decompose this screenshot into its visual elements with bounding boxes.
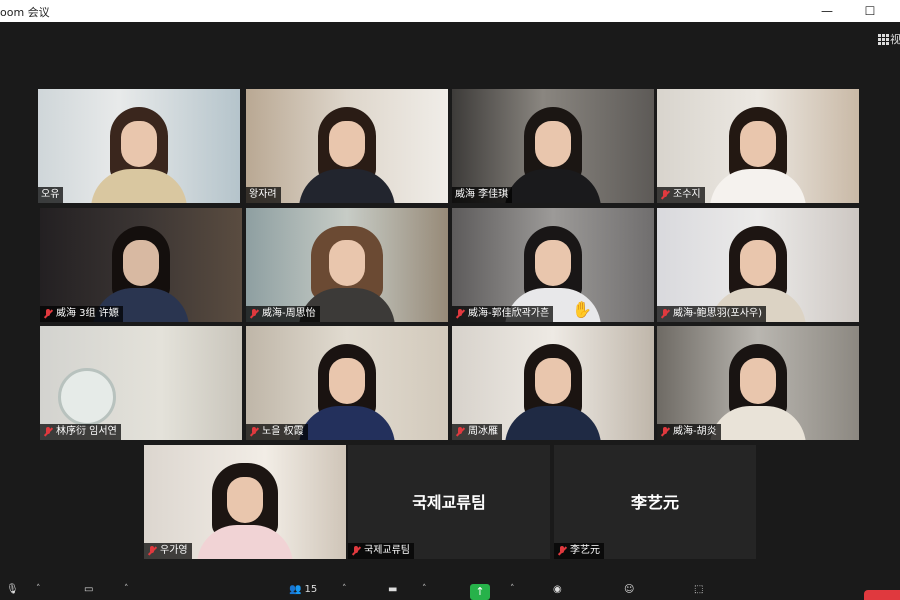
video-tile[interactable]: 우가영 bbox=[144, 445, 346, 559]
video-tile[interactable]: 오유 bbox=[38, 89, 240, 203]
mic-off-icon bbox=[147, 546, 157, 556]
mic-off-icon bbox=[249, 309, 259, 319]
view-button[interactable]: 视 bbox=[878, 31, 900, 47]
video-tile[interactable]: 林序衍 임서연 bbox=[40, 326, 242, 440]
video-tile[interactable]: 노을 权霞 bbox=[246, 326, 448, 440]
participant-name: 왕자려 bbox=[249, 189, 277, 200]
participant-name: 林序衍 임서연 bbox=[56, 426, 117, 437]
participant-name-tag: 林序衍 임서연 bbox=[40, 424, 121, 440]
participant-name: 威海-周思怡 bbox=[262, 308, 316, 319]
mic-off-icon bbox=[660, 309, 670, 319]
end-meeting-button[interactable] bbox=[864, 590, 900, 600]
microphone-icon: 🎙 bbox=[6, 583, 19, 595]
video-tile[interactable]: ✋ 威海-郭佳欣곽가흔 bbox=[452, 208, 654, 322]
video-off-tile[interactable]: 李艺元 李艺元 bbox=[554, 445, 756, 559]
participant-name: 威海-郭佳欣곽가흔 bbox=[468, 308, 550, 319]
participant-name-tag: 왕자려 bbox=[246, 187, 281, 203]
participant-name: 威海 李佳琪 bbox=[455, 189, 509, 200]
video-tile[interactable]: 威海-周思怡 bbox=[246, 208, 448, 322]
participant-name: 威海-胡炎 bbox=[673, 426, 717, 437]
participant-name: 조수지 bbox=[673, 189, 701, 200]
minimize-button[interactable]: — bbox=[818, 2, 836, 20]
participant-name-tag: 노을 权霞 bbox=[246, 424, 308, 440]
participant-name: 우가영 bbox=[160, 545, 188, 556]
audio-options-caret[interactable]: ˄ bbox=[36, 580, 41, 598]
video-tile[interactable]: 조수지 bbox=[657, 89, 859, 203]
chat-button[interactable]: ▬ bbox=[388, 580, 397, 598]
chat-icon: ▬ bbox=[388, 583, 398, 595]
mic-off-icon bbox=[660, 427, 670, 437]
video-tile[interactable]: 威海-胡炎 bbox=[657, 326, 859, 440]
camera-icon: ▭ bbox=[84, 583, 94, 595]
share-screen-button[interactable]: ↑ bbox=[470, 584, 490, 600]
participant-name: 威海-鲍思羽(포사우) bbox=[673, 308, 763, 319]
maximize-button[interactable]: ☐ bbox=[861, 2, 879, 20]
record-button[interactable]: ◉ bbox=[553, 580, 562, 598]
video-tile[interactable]: 威海-鲍思羽(포사우) bbox=[657, 208, 859, 322]
window-title: oom 会议 bbox=[0, 6, 50, 19]
participant-name-tag: 국제교류팀 bbox=[348, 543, 414, 559]
mic-off-icon bbox=[455, 309, 465, 319]
video-button[interactable]: ▭ bbox=[84, 580, 93, 598]
meeting-toolbar: 🎙 ˄ ▭ ˄ 👥 15 ˄ ▬ ˄ ↑ ˄ ◉ ☺ ⬚ bbox=[0, 578, 900, 600]
mic-off-icon bbox=[43, 427, 53, 437]
participant-name: 국제교류팀 bbox=[364, 545, 410, 556]
reactions-icon: ☺ bbox=[624, 583, 635, 595]
participant-name: 威海 3组 许嫄 bbox=[56, 308, 119, 319]
participants-icon: 👥 bbox=[289, 583, 302, 595]
mic-off-icon bbox=[455, 427, 465, 437]
reactions-button[interactable]: ☺ bbox=[624, 580, 634, 598]
video-options-caret[interactable]: ˄ bbox=[124, 580, 129, 598]
mic-off-icon bbox=[43, 309, 53, 319]
participant-name-tag: 우가영 bbox=[144, 543, 192, 559]
participant-name-tag: 威海 李佳琪 bbox=[452, 187, 513, 203]
participants-options-caret[interactable]: ˄ bbox=[342, 580, 347, 598]
raised-hand-icon: ✋ bbox=[572, 300, 592, 319]
participant-name-tag: 李艺元 bbox=[554, 543, 604, 559]
participant-name-tag: 威海 3组 许嫄 bbox=[40, 306, 123, 322]
mic-off-icon bbox=[660, 190, 670, 200]
participant-name: 노을 权霞 bbox=[262, 426, 304, 437]
video-tile[interactable]: 威海 李佳琪 bbox=[452, 89, 654, 203]
participant-name-tag: 威海-鲍思羽(포사우) bbox=[657, 306, 767, 322]
participant-name: 오유 bbox=[41, 189, 60, 200]
fan-object bbox=[58, 368, 116, 426]
mic-off-icon bbox=[557, 546, 567, 556]
share-options-caret[interactable]: ˄ bbox=[510, 580, 515, 598]
video-tile[interactable]: 威海 3组 许嫄 bbox=[40, 208, 242, 322]
participant-name-tag: 오유 bbox=[38, 187, 64, 203]
video-tile[interactable]: 왕자려 bbox=[246, 89, 448, 203]
video-tile[interactable]: 周冰雁 bbox=[452, 326, 654, 440]
view-button-label: 视 bbox=[890, 33, 900, 46]
video-off-tile[interactable]: 국제교류팀 국제교류팀 bbox=[348, 445, 550, 559]
record-icon: ◉ bbox=[553, 583, 562, 595]
participant-display-name: 국제교류팀 bbox=[412, 493, 486, 512]
mute-button[interactable]: 🎙 bbox=[6, 580, 19, 598]
participant-name: 李艺元 bbox=[570, 545, 600, 556]
participant-name-tag: 威海-胡炎 bbox=[657, 424, 721, 440]
participant-name-tag: 威海-周思怡 bbox=[246, 306, 320, 322]
participant-name-tag: 威海-郭佳欣곽가흔 bbox=[452, 306, 554, 322]
mic-off-icon bbox=[249, 427, 259, 437]
participants-count: 15 bbox=[304, 583, 318, 595]
title-bar: oom 会议 — ☐ bbox=[0, 0, 900, 22]
mic-off-icon bbox=[351, 546, 361, 556]
apps-button[interactable]: ⬚ bbox=[694, 580, 703, 598]
participant-name-tag: 周冰雁 bbox=[452, 424, 502, 440]
participant-name: 周冰雁 bbox=[468, 426, 498, 437]
chat-options-caret[interactable]: ˄ bbox=[422, 580, 427, 598]
grid-view-icon bbox=[878, 34, 889, 45]
participants-button[interactable]: 👥 15 bbox=[289, 580, 317, 598]
participant-display-name: 李艺元 bbox=[630, 493, 679, 512]
apps-icon: ⬚ bbox=[694, 583, 704, 595]
participant-name-tag: 조수지 bbox=[657, 187, 705, 203]
share-arrow-icon: ↑ bbox=[475, 585, 485, 598]
